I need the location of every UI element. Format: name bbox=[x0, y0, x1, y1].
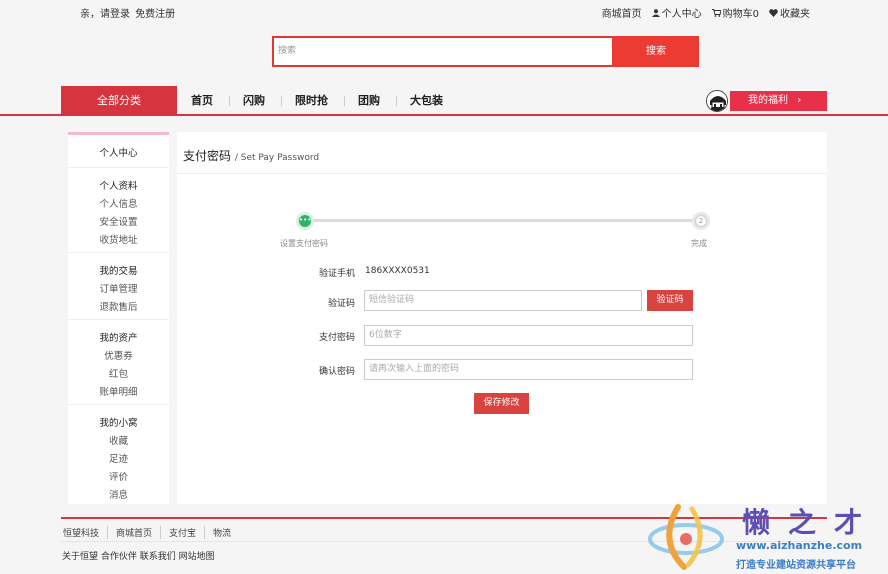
nav-item-bulk[interactable]: 大包装 bbox=[397, 95, 459, 106]
sidebar-item-favorites[interactable]: 收藏 bbox=[68, 433, 169, 447]
cart-icon bbox=[711, 8, 721, 17]
sidebar-item-messages[interactable]: 消息 bbox=[68, 487, 169, 501]
progress-track bbox=[308, 219, 698, 222]
step-1-marker: ••• bbox=[299, 215, 311, 227]
favorites-link[interactable]: 收藏夹 bbox=[769, 5, 810, 20]
my-welfare-label: 我的福利 bbox=[748, 95, 788, 106]
search-input[interactable]: 搜索 bbox=[272, 36, 614, 67]
favorites-label: 收藏夹 bbox=[780, 9, 810, 20]
phone-label: 验证手机 bbox=[318, 269, 355, 279]
nav-items: 首页 闪购 限时抢 团购 大包装 bbox=[178, 86, 459, 116]
sidebar-group-title: 我的资产 bbox=[99, 333, 138, 344]
sms-code-input[interactable]: 短信验证码 bbox=[364, 290, 642, 311]
sidebar-item-security[interactable]: 安全设置 bbox=[68, 214, 169, 228]
sidebar-item-refunds[interactable]: 退款售后 bbox=[68, 299, 169, 313]
page-title-text: 支付密码 bbox=[183, 149, 232, 163]
pay-password-input[interactable]: 6位数字 bbox=[364, 325, 693, 346]
mall-home-label: 商城首页 bbox=[601, 9, 642, 20]
sidebar-item-red-packets[interactable]: 红包 bbox=[68, 366, 169, 380]
code-label: 验证码 bbox=[327, 299, 355, 309]
chevron-right-icon: › bbox=[797, 95, 802, 106]
step-2-label: 完成 bbox=[691, 239, 707, 248]
sidebar-item-coupons[interactable]: 优惠券 bbox=[68, 348, 169, 362]
sidebar-divider bbox=[68, 404, 169, 405]
sidebar-group-title: 我的交易 bbox=[99, 266, 138, 277]
nav-item-limited[interactable]: 限时抢 bbox=[282, 95, 345, 106]
heart-icon bbox=[769, 8, 778, 17]
cart-link[interactable]: 购物车0 bbox=[711, 5, 759, 20]
user-center-link[interactable]: 个人中心 bbox=[651, 5, 702, 20]
nav-item-group[interactable]: 团购 bbox=[345, 95, 397, 106]
page-title: 支付密码 / Set Pay Password bbox=[183, 147, 319, 164]
page-subtitle: / Set Pay Password bbox=[234, 153, 320, 163]
sidebar-header: 个人中心 bbox=[99, 148, 138, 159]
get-code-button[interactable]: 验证码 bbox=[647, 290, 693, 311]
watermark-brand: 懒之才 bbox=[742, 506, 881, 539]
footer-link[interactable]: 商城首页 bbox=[116, 526, 162, 539]
my-welfare-button[interactable]: 我的福利 › bbox=[730, 91, 827, 111]
footer-bottom-links[interactable]: 关于恒望 合作伙伴 联系我们 网站地图 bbox=[62, 549, 215, 562]
sidebar: 个人中心 个人资料 个人信息 安全设置 收货地址 我的交易 订单管理 退款售后 … bbox=[68, 132, 169, 504]
sidebar-divider bbox=[68, 319, 169, 320]
confirm-password-input[interactable]: 请再次输入上面的密码 bbox=[364, 359, 693, 380]
top-bar: 亲，请登录 免费注册 商城首页 个人中心 购物车0 收藏夹 bbox=[0, 0, 888, 24]
watermark-url: www.aizhanzhe.com bbox=[736, 539, 863, 552]
sidebar-group-title: 个人资料 bbox=[99, 181, 138, 192]
password-label: 支付密码 bbox=[318, 333, 355, 343]
main-nav: 全部分类 首页 闪购 限时抢 团购 大包装 我的福利 › bbox=[0, 86, 888, 116]
top-links: 商城首页 个人中心 购物车0 收藏夹 bbox=[602, 5, 810, 20]
step-2-marker: 2 bbox=[695, 215, 707, 227]
sidebar-item-bills[interactable]: 账单明细 bbox=[68, 384, 169, 398]
nav-item-home[interactable]: 首页 bbox=[178, 95, 230, 106]
footer-link[interactable]: 支付宝 bbox=[169, 526, 206, 539]
step-1-label: 设置支付密码 bbox=[280, 239, 328, 248]
user-center-label: 个人中心 bbox=[661, 9, 702, 20]
login-links: 亲，请登录 免费注册 bbox=[80, 5, 177, 20]
register-link[interactable]: 免费注册 bbox=[135, 9, 175, 20]
phone-value: 186XXXX0531 bbox=[365, 266, 430, 276]
sidebar-item-orders[interactable]: 订单管理 bbox=[68, 281, 169, 295]
main-panel: 支付密码 / Set Pay Password ••• 2 设置支付密码 完成 … bbox=[177, 132, 827, 504]
sidebar-item-reviews[interactable]: 评价 bbox=[68, 469, 169, 483]
sidebar-divider bbox=[68, 252, 169, 253]
footer-link[interactable]: 恒望科技 bbox=[63, 526, 109, 539]
sidebar-item-address[interactable]: 收货地址 bbox=[68, 232, 169, 246]
watermark-logo-icon bbox=[648, 504, 724, 570]
all-categories-button[interactable]: 全部分类 bbox=[61, 86, 177, 116]
avatar[interactable] bbox=[706, 90, 728, 112]
search-button[interactable]: 搜索 bbox=[613, 36, 699, 67]
footer-link[interactable]: 物流 bbox=[213, 526, 239, 539]
login-link[interactable]: 亲，请登录 bbox=[80, 9, 130, 20]
title-divider bbox=[177, 173, 827, 174]
nav-item-flash[interactable]: 闪购 bbox=[230, 95, 282, 106]
sidebar-item-personal-info[interactable]: 个人信息 bbox=[68, 196, 169, 210]
step-2-indicator: 2 bbox=[692, 212, 710, 230]
avatar-icon bbox=[707, 91, 727, 111]
cart-label: 购物车0 bbox=[722, 9, 759, 20]
watermark-slogan: 打造专业建站资源共享平台 bbox=[736, 560, 856, 571]
sidebar-group-title: 我的小窝 bbox=[99, 418, 138, 429]
watermark: 懒之才 www.aizhanzhe.com 打造专业建站资源共享平台 bbox=[648, 497, 888, 574]
save-button[interactable]: 保存修改 bbox=[474, 393, 529, 414]
footer-links: 恒望科技 商城首页 支付宝 物流 bbox=[63, 526, 247, 539]
user-icon bbox=[651, 8, 660, 17]
step-1-indicator: ••• bbox=[296, 212, 314, 230]
confirm-label: 确认密码 bbox=[318, 367, 355, 377]
sidebar-divider bbox=[68, 167, 169, 168]
sidebar-item-footprints[interactable]: 足迹 bbox=[68, 451, 169, 465]
mall-home-link[interactable]: 商城首页 bbox=[602, 5, 642, 20]
